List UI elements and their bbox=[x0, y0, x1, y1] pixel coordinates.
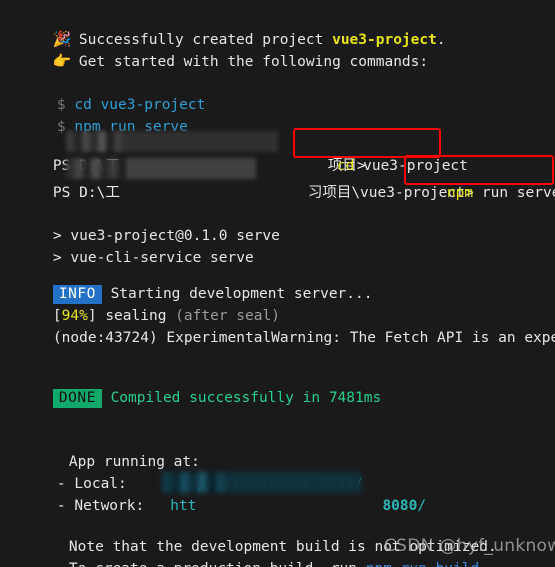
typed-command-0[interactable]: cd vue3-project bbox=[302, 133, 468, 174]
app-running-heading: App running at: bbox=[0, 429, 200, 470]
typed-command-keyword: npm bbox=[446, 185, 474, 201]
progress-line: [94%] sealing (after seal) bbox=[0, 283, 280, 324]
footer-note-suffix: . bbox=[479, 561, 488, 567]
pointing-hand-icon: 👉 bbox=[52, 52, 72, 70]
suggested-command-1: $ npm run serve bbox=[0, 94, 188, 135]
done-duration: 7481ms bbox=[328, 390, 382, 406]
experimental-warning-line: (node:43724) ExperimentalWarning: The Fe… bbox=[0, 305, 555, 346]
npm-script-line-0: > vue3-project@0.1.0 serve bbox=[0, 203, 280, 244]
npm-script-line-1: > vue-cli-service serve bbox=[0, 225, 254, 266]
local-url-line: - Local:http://localhost:8080/ bbox=[0, 451, 363, 492]
typed-command-rest: run serve bbox=[473, 185, 555, 201]
success-line: 🎉 Successfully created project vue3-proje… bbox=[0, 6, 446, 48]
warning-text: (node:43724) ExperimentalWarning: The Fe… bbox=[52, 330, 555, 346]
done-message: Compiled successfully in bbox=[110, 390, 329, 406]
done-line: DONE Compiled successfully in 7481ms bbox=[0, 365, 381, 408]
info-line: INFO Starting development server... bbox=[0, 261, 372, 304]
get-started-line: 👉 Get started with the following commands… bbox=[0, 28, 428, 70]
footer-note-line-1: To create a production build, run npm ru… bbox=[0, 536, 488, 567]
terminal-window[interactable]: 🎉 Successfully created project vue3-proje… bbox=[0, 0, 555, 567]
redaction-mosaic-path-0 bbox=[66, 131, 278, 152]
get-started-text: Get started with the following commands: bbox=[78, 54, 429, 70]
done-badge: DONE bbox=[52, 389, 102, 408]
typed-command-1[interactable]: npm run serve bbox=[412, 160, 555, 201]
shell-name: PS bbox=[52, 185, 71, 201]
suggested-command-0: $ cd vue3-project bbox=[0, 72, 205, 113]
success-suffix: . bbox=[436, 32, 446, 48]
path-prefix: D:\工 bbox=[79, 185, 120, 201]
redaction-mosaic-network-url bbox=[162, 472, 362, 493]
network-url-prefix: htt bbox=[170, 498, 197, 514]
footer-note-line-0: Note that the development build is not o… bbox=[0, 514, 497, 555]
footer-note-prefix: To create a production build, run bbox=[69, 561, 366, 567]
network-url-suffix: / bbox=[417, 498, 427, 514]
footer-note-command: npm run build bbox=[366, 561, 480, 567]
redaction-mosaic-path-1 bbox=[66, 158, 256, 179]
network-url-port: 8080 bbox=[382, 498, 418, 514]
network-label: - Network: bbox=[56, 498, 145, 514]
